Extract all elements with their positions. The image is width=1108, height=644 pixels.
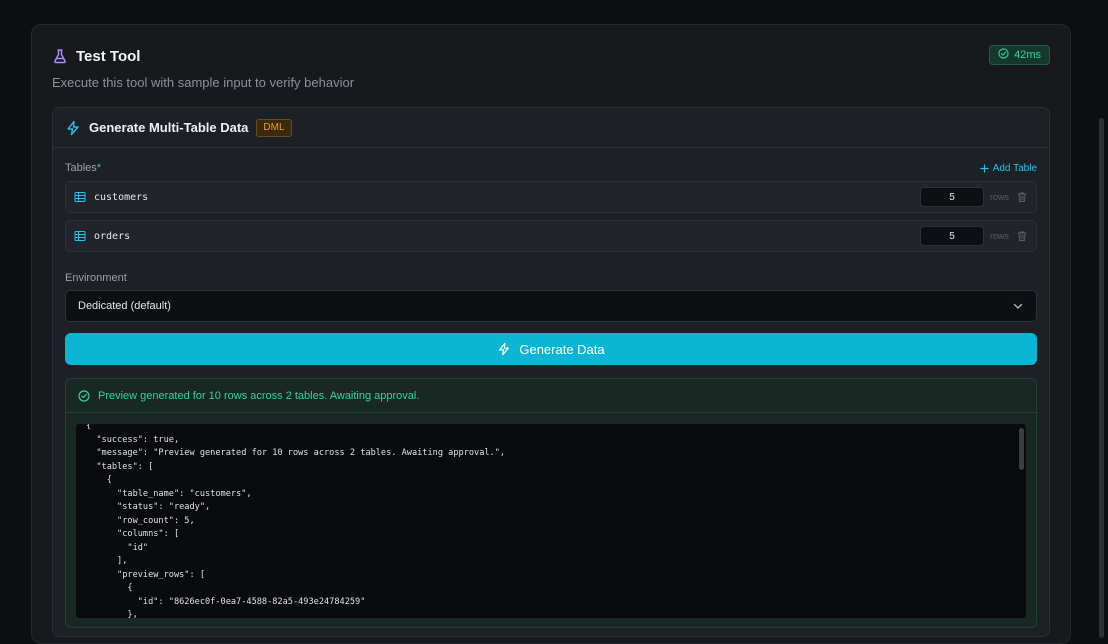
- environment-selected-value: Dedicated (default): [78, 300, 171, 312]
- result-card: Preview generated for 10 rows across 2 t…: [65, 378, 1037, 628]
- add-table-label: Add Table: [992, 162, 1037, 174]
- page-scrollbar-thumb[interactable]: [1099, 118, 1104, 638]
- table-name: orders: [94, 230, 131, 242]
- result-message: Preview generated for 10 rows across 2 t…: [98, 389, 420, 402]
- check-circle-icon: [998, 48, 1009, 62]
- trash-icon[interactable]: [1016, 191, 1028, 203]
- table-row-customers: customers rows: [65, 181, 1037, 213]
- rows-count-input[interactable]: [919, 226, 984, 246]
- rows-count-input[interactable]: [919, 187, 984, 207]
- json-scrollbar-thumb[interactable]: [1019, 428, 1024, 470]
- required-mark: *: [96, 162, 102, 174]
- tool-name: Generate Multi-Table Data: [89, 120, 249, 135]
- environment-label: Environment: [65, 272, 127, 284]
- table-grid-icon: [74, 191, 86, 203]
- panel-title: Test Tool: [76, 47, 141, 65]
- generate-data-label: Generate Data: [519, 341, 605, 357]
- chevron-down-icon: [1012, 300, 1024, 312]
- table-row-orders: orders rows: [65, 220, 1037, 252]
- result-header: Preview generated for 10 rows across 2 t…: [66, 379, 1036, 413]
- lightning-icon: [497, 342, 511, 356]
- page-scrollbar[interactable]: [1094, 0, 1108, 638]
- tables-label-row: Tables* Add Table: [65, 160, 1037, 176]
- add-table-button[interactable]: Add Table: [980, 163, 1037, 174]
- table-name: customers: [94, 191, 149, 203]
- json-output[interactable]: { "success": true, "message": "Preview g…: [76, 424, 1026, 618]
- test-tool-panel: Test Tool Execute this tool with sample …: [31, 24, 1071, 644]
- json-output-text: { "success": true, "message": "Preview g…: [86, 424, 506, 618]
- timing-value: 42ms: [1014, 49, 1041, 61]
- timing-badge: 42ms: [989, 45, 1050, 65]
- trash-icon[interactable]: [1016, 230, 1028, 242]
- generate-data-button[interactable]: Generate Data: [65, 333, 1037, 365]
- tool-card: Generate Multi-Table Data DML Tables* Ad…: [52, 107, 1050, 637]
- rows-suffix: rows: [989, 231, 1009, 241]
- check-circle-icon: [78, 389, 90, 402]
- dml-badge: DML: [256, 118, 292, 137]
- plus-icon: [980, 163, 989, 173]
- panel-header: Test Tool Execute this tool with sample …: [52, 45, 1050, 90]
- rows-suffix: rows: [989, 192, 1009, 202]
- table-grid-icon: [74, 230, 86, 242]
- panel-title-row: Test Tool: [52, 45, 1050, 67]
- tool-card-header: Generate Multi-Table Data DML: [53, 108, 1049, 148]
- flask-icon: [52, 48, 68, 64]
- panel-subtitle: Execute this tool with sample input to v…: [52, 75, 355, 90]
- tables-label: Tables*: [65, 162, 102, 174]
- lightning-icon: [65, 120, 81, 136]
- environment-select[interactable]: Dedicated (default): [65, 290, 1037, 322]
